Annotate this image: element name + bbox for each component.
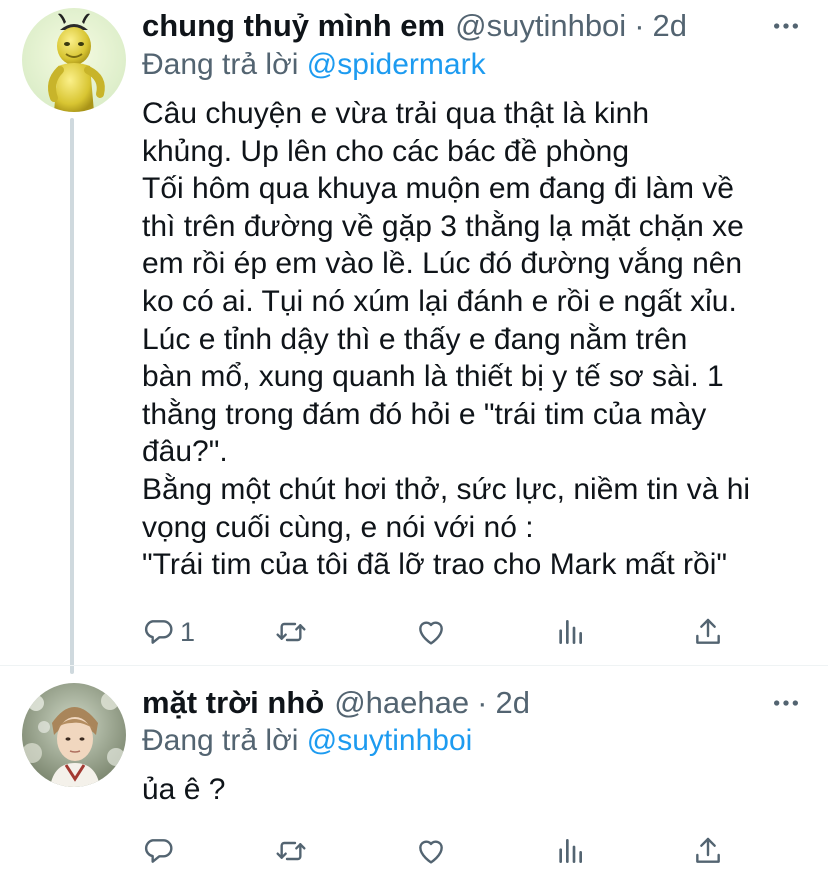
reply-icon: [144, 620, 173, 644]
timestamp[interactable]: 2d: [653, 8, 687, 44]
tweet-header: mặt trời nhỏ @haehae · 2d: [142, 683, 530, 723]
retweet-icon: [276, 841, 306, 861]
timestamp[interactable]: 2d: [495, 685, 529, 721]
avatar[interactable]: [22, 683, 126, 787]
share-icon: [696, 837, 720, 863]
tweet[interactable]: chung thuỷ mình em @suytinhboi · 2d Đang…: [0, 0, 828, 674]
display-name[interactable]: chung thuỷ mình em: [142, 8, 445, 44]
replying-to-handle[interactable]: @spidermark: [307, 48, 486, 81]
tweet-text-line: Câu chuyện e vừa trải qua thật là kinh: [142, 97, 650, 130]
display-name[interactable]: mặt trời nhỏ: [142, 685, 324, 721]
like-button[interactable]: [415, 831, 447, 871]
tweet-text-line: Tối hôm qua khuya muộn em đang đi làm về: [142, 172, 734, 206]
share-icon: [696, 618, 720, 644]
user-handle[interactable]: @suytinhboi: [455, 8, 626, 44]
retweet-icon: [276, 622, 306, 642]
tweet-text-line: "Trái tim của tôi đã lỡ trao cho Mark mấ…: [142, 548, 728, 582]
retweet-button[interactable]: [275, 612, 307, 652]
separator-dot: ·: [477, 685, 488, 720]
like-icon: [419, 621, 443, 645]
replying-to-handle[interactable]: @suytinhboi: [307, 724, 473, 757]
like-icon: [419, 840, 443, 864]
avatar[interactable]: [22, 8, 126, 112]
stats-icon: [559, 620, 582, 644]
tweet-actions: 1: [142, 612, 742, 652]
stats-button[interactable]: [554, 612, 586, 652]
like-button[interactable]: [415, 612, 447, 652]
reply-button[interactable]: 1: [142, 612, 195, 652]
separator-dot: ·: [634, 8, 645, 43]
tweet-text-line: thì trên đường về gặp 3 thằng lạ mặt chặ…: [142, 209, 744, 243]
thread-line: [70, 118, 74, 674]
tweet[interactable]: mặt trời nhỏ @haehae · 2d Đang trả lời @…: [0, 665, 828, 884]
replying-to-label: Đang trả lời: [142, 48, 299, 81]
tweet-text-line: Bằng một chút hơi thở, sức lực, niềm tin…: [142, 472, 751, 506]
reply-button[interactable]: [142, 831, 174, 871]
retweet-button[interactable]: [275, 831, 307, 871]
tweet-text-line: thằng trong đám đó hỏi e "trái tim của m…: [142, 397, 707, 431]
reply-icon: [144, 839, 173, 863]
share-button[interactable]: [692, 831, 724, 871]
tweet-text-line: khủng. Up lên cho các bác đề phòng: [142, 134, 630, 168]
tweet-text-line: đâu?".: [142, 435, 228, 469]
tweet-text: ủa ê ?: [142, 771, 812, 809]
tweet-text-line: ủa ê ?: [142, 773, 226, 806]
share-button[interactable]: [692, 612, 724, 652]
tweet-text-line: ko có ai. Tụi nó xúm lại đánh e rồi e ng…: [142, 284, 737, 318]
replying-to-label: Đang trả lời: [142, 724, 299, 757]
tweet-text-line: vọng cuối cùng, e nói với nó :: [142, 510, 534, 544]
replying-to: Đang trả lời @suytinhboi: [142, 724, 472, 758]
stats-icon: [559, 839, 582, 863]
user-handle[interactable]: @haehae: [334, 685, 469, 721]
tweet-text-line: bàn mổ, xung quanh là thiết bị y tế sơ s…: [142, 360, 724, 394]
conversation-thread: chung thuỷ mình em @suytinhboi · 2d Đang…: [0, 0, 828, 883]
replying-to: Đang trả lời @spidermark: [142, 48, 486, 82]
tweet-text-line: em rồi ép em vào lề. Lúc đó đường vắng n…: [142, 247, 743, 281]
tweet-header: chung thuỷ mình em @suytinhboi · 2d: [142, 6, 687, 46]
stats-button[interactable]: [554, 831, 586, 871]
tweet-actions: [142, 831, 742, 871]
more-icon[interactable]: [766, 683, 806, 723]
reply-count: 1: [180, 616, 196, 647]
tweet-text: Câu chuyện e vừa trải qua thật là kinh k…: [142, 95, 812, 584]
more-icon[interactable]: [766, 6, 806, 46]
tweet-text-line: Lúc e tỉnh dậy thì e thấy e đang nằm trê…: [142, 322, 688, 356]
